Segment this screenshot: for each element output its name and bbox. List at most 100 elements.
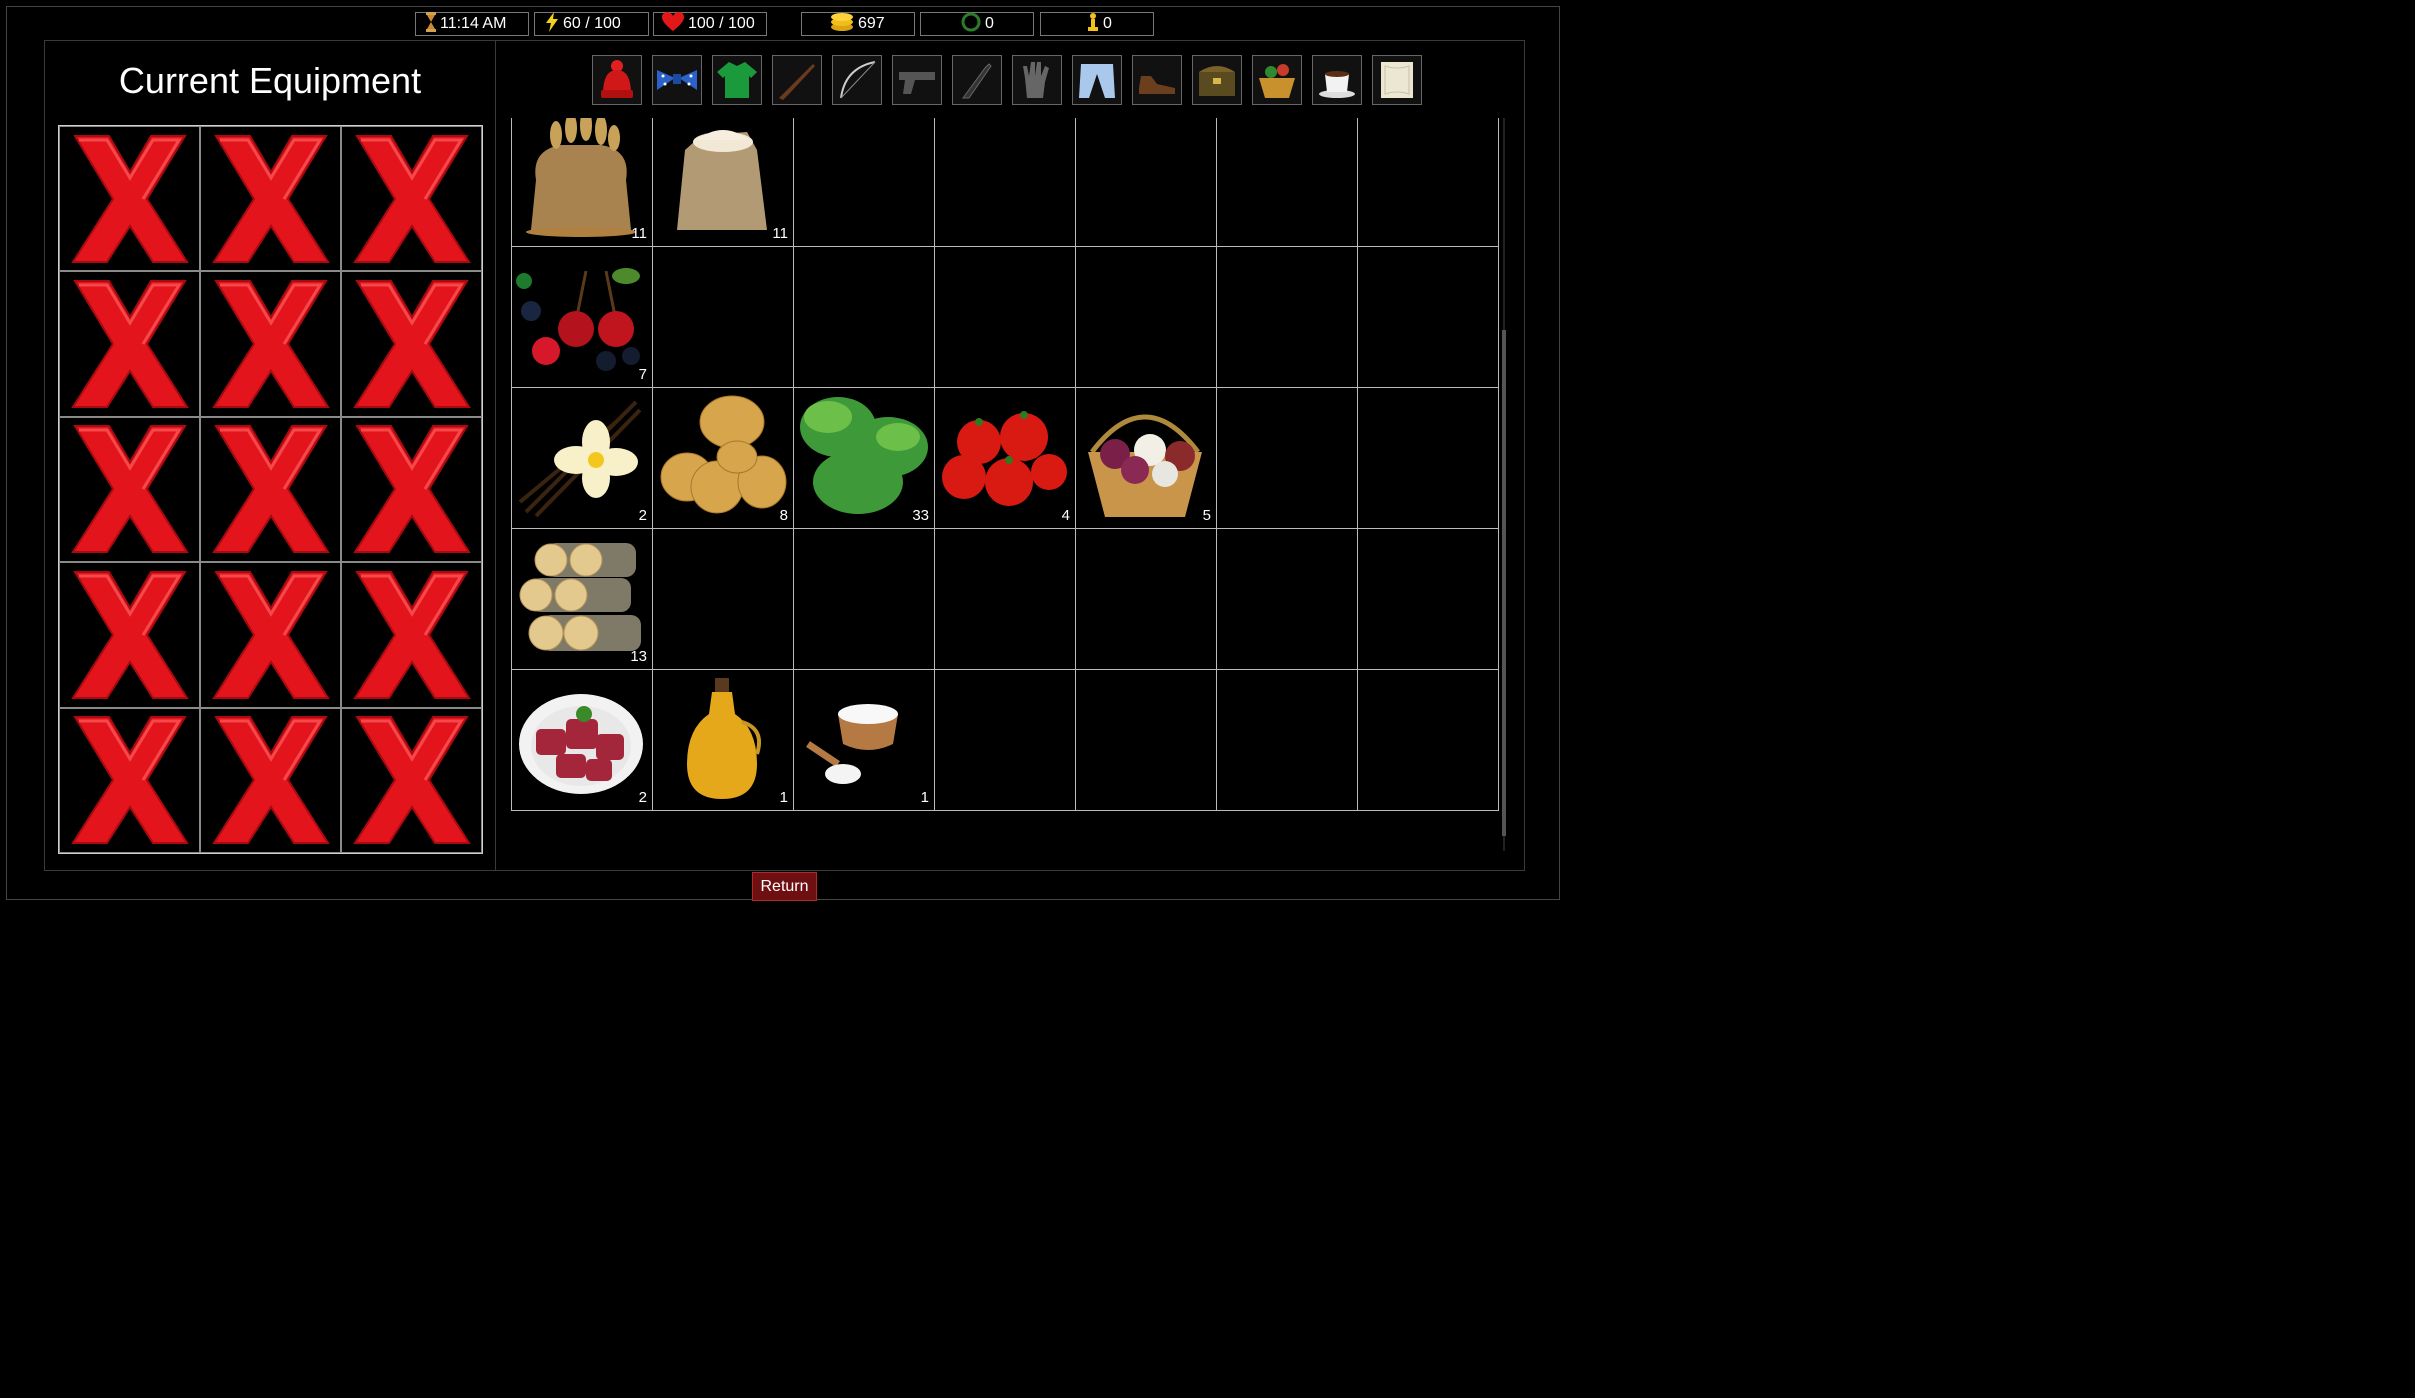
bowtie-icon [657, 70, 697, 90]
onions-basket-icon [1088, 414, 1202, 517]
inventory-slot-empty[interactable] [1075, 529, 1216, 670]
trophy-icon [1087, 12, 1099, 37]
equipment-slot[interactable] [341, 562, 482, 708]
inventory-slot-empty[interactable] [1075, 118, 1216, 247]
inventory-slot-empty[interactable] [934, 118, 1075, 247]
laurel-icon [961, 12, 981, 37]
inventory-slot-lettuce[interactable]: 33 [793, 388, 934, 529]
equipment-slot[interactable] [200, 416, 341, 563]
inventory-slot-firewood[interactable]: 13 [511, 529, 652, 670]
return-button[interactable]: Return [752, 872, 817, 901]
trophy-text: 0 [1103, 15, 1112, 32]
equipment-slot[interactable] [200, 562, 341, 708]
gold-text: 697 [858, 15, 885, 32]
tab-tops[interactable] [712, 55, 762, 105]
potatoes-icon [660, 395, 787, 514]
inventory-slot-empty[interactable] [1216, 118, 1357, 247]
equipment-slot[interactable] [59, 271, 200, 417]
empty-slot-x-icon [70, 570, 189, 699]
inventory-slot-empty[interactable] [1357, 529, 1498, 670]
inventory-slot-wheat-sack[interactable]: 11 [511, 118, 652, 247]
inventory-slot-empty[interactable] [652, 529, 793, 670]
inventory-slot-empty[interactable] [1075, 670, 1216, 811]
tab-drinks[interactable] [1312, 55, 1362, 105]
inventory-slot-empty[interactable] [1075, 247, 1216, 388]
inventory-slot-oil-bottle[interactable]: 1 [652, 670, 793, 811]
inventory-slot-empty[interactable] [1357, 670, 1498, 811]
empty-slot-x-icon [211, 280, 330, 409]
equipment-slot[interactable] [200, 126, 341, 272]
inventory-slot-empty[interactable] [934, 670, 1075, 811]
item-quantity: 5 [1202, 507, 1211, 524]
equipment-slot[interactable] [341, 707, 482, 853]
inventory-slot-potatoes[interactable]: 8 [652, 388, 793, 529]
inventory-slot-empty[interactable] [793, 118, 934, 247]
inventory-slot-tomatoes[interactable]: 4 [934, 388, 1075, 529]
tab-gloves[interactable] [1012, 55, 1062, 105]
equipment-slot[interactable] [200, 707, 341, 853]
tab-hats[interactable] [592, 55, 642, 105]
item-quantity: 11 [772, 225, 788, 242]
inventory-slot-empty[interactable] [793, 247, 934, 388]
inventory-slot-empty[interactable] [652, 247, 793, 388]
tab-resources[interactable] [1192, 55, 1242, 105]
energy-text: 60 / 100 [563, 15, 621, 32]
empty-slot-x-icon [352, 716, 471, 845]
item-quantity: 2 [638, 507, 647, 524]
inventory-slot-empty[interactable] [1357, 247, 1498, 388]
equipment-slot[interactable] [59, 707, 200, 853]
tab-trousers[interactable] [1072, 55, 1122, 105]
inventory-slot-empty[interactable] [934, 247, 1075, 388]
inventory-slot-empty[interactable] [1216, 670, 1357, 811]
laurel-text: 0 [985, 15, 994, 32]
equipment-slot[interactable] [200, 271, 341, 417]
health-display: 100 / 100 [653, 11, 767, 36]
equipment-slot[interactable] [59, 416, 200, 563]
tab-bows[interactable] [832, 55, 882, 105]
inventory-slot-vanilla[interactable]: 2 [511, 388, 652, 529]
raw-meat-icon [519, 694, 643, 794]
scrollbar-thumb[interactable] [1502, 330, 1506, 836]
inventory-slot-empty[interactable] [793, 529, 934, 670]
pistol-icon [899, 72, 935, 94]
inventory-slot-berries[interactable]: 7 [511, 247, 652, 388]
equipment-slot[interactable] [341, 271, 482, 417]
tab-accessories[interactable] [652, 55, 702, 105]
item-quantity: 8 [779, 507, 788, 524]
time-text: 11:14 AM [440, 15, 507, 32]
tab-knives[interactable] [952, 55, 1002, 105]
trousers-icon [1079, 64, 1115, 98]
tab-shoes[interactable] [1132, 55, 1182, 105]
inventory-slot-empty[interactable] [1357, 388, 1498, 529]
inventory-slot-onions-basket[interactable]: 5 [1075, 388, 1216, 529]
tab-documents[interactable] [1372, 55, 1422, 105]
inventory-slot-empty[interactable] [934, 529, 1075, 670]
equipment-title: Current Equipment [118, 60, 422, 101]
inventory-slot-empty[interactable] [1216, 388, 1357, 529]
tab-food[interactable] [1252, 55, 1302, 105]
rifle-icon [779, 64, 815, 100]
berries-icon [516, 268, 640, 371]
glove-icon [1023, 62, 1049, 98]
equipment-slot[interactable] [341, 416, 482, 563]
panel-divider [495, 41, 496, 870]
inventory-slot-empty[interactable] [1357, 118, 1498, 247]
empty-slot-x-icon [211, 716, 330, 845]
gold-display: 697 [801, 12, 915, 36]
hat-icon [601, 60, 633, 98]
inventory-slot-flour-sack[interactable]: 11 [652, 118, 793, 247]
equipment-slot[interactable] [341, 126, 482, 272]
equipment-slot[interactable] [59, 562, 200, 708]
inventory-scrollbar[interactable] [1500, 118, 1508, 851]
inventory-slot-salt[interactable]: 1 [793, 670, 934, 811]
inventory-grid: 11 11 7 2 8 33 4 5 13 2 1 1 [511, 118, 1499, 811]
category-tabs [592, 55, 1422, 105]
equipment-slot[interactable] [59, 126, 200, 272]
item-quantity: 11 [631, 225, 647, 242]
inventory-slot-empty[interactable] [1216, 529, 1357, 670]
inventory-slot-empty[interactable] [1216, 247, 1357, 388]
tab-rifles[interactable] [772, 55, 822, 105]
tab-pistols[interactable] [892, 55, 942, 105]
salt-icon [806, 704, 898, 784]
inventory-slot-raw-meat[interactable]: 2 [511, 670, 652, 811]
